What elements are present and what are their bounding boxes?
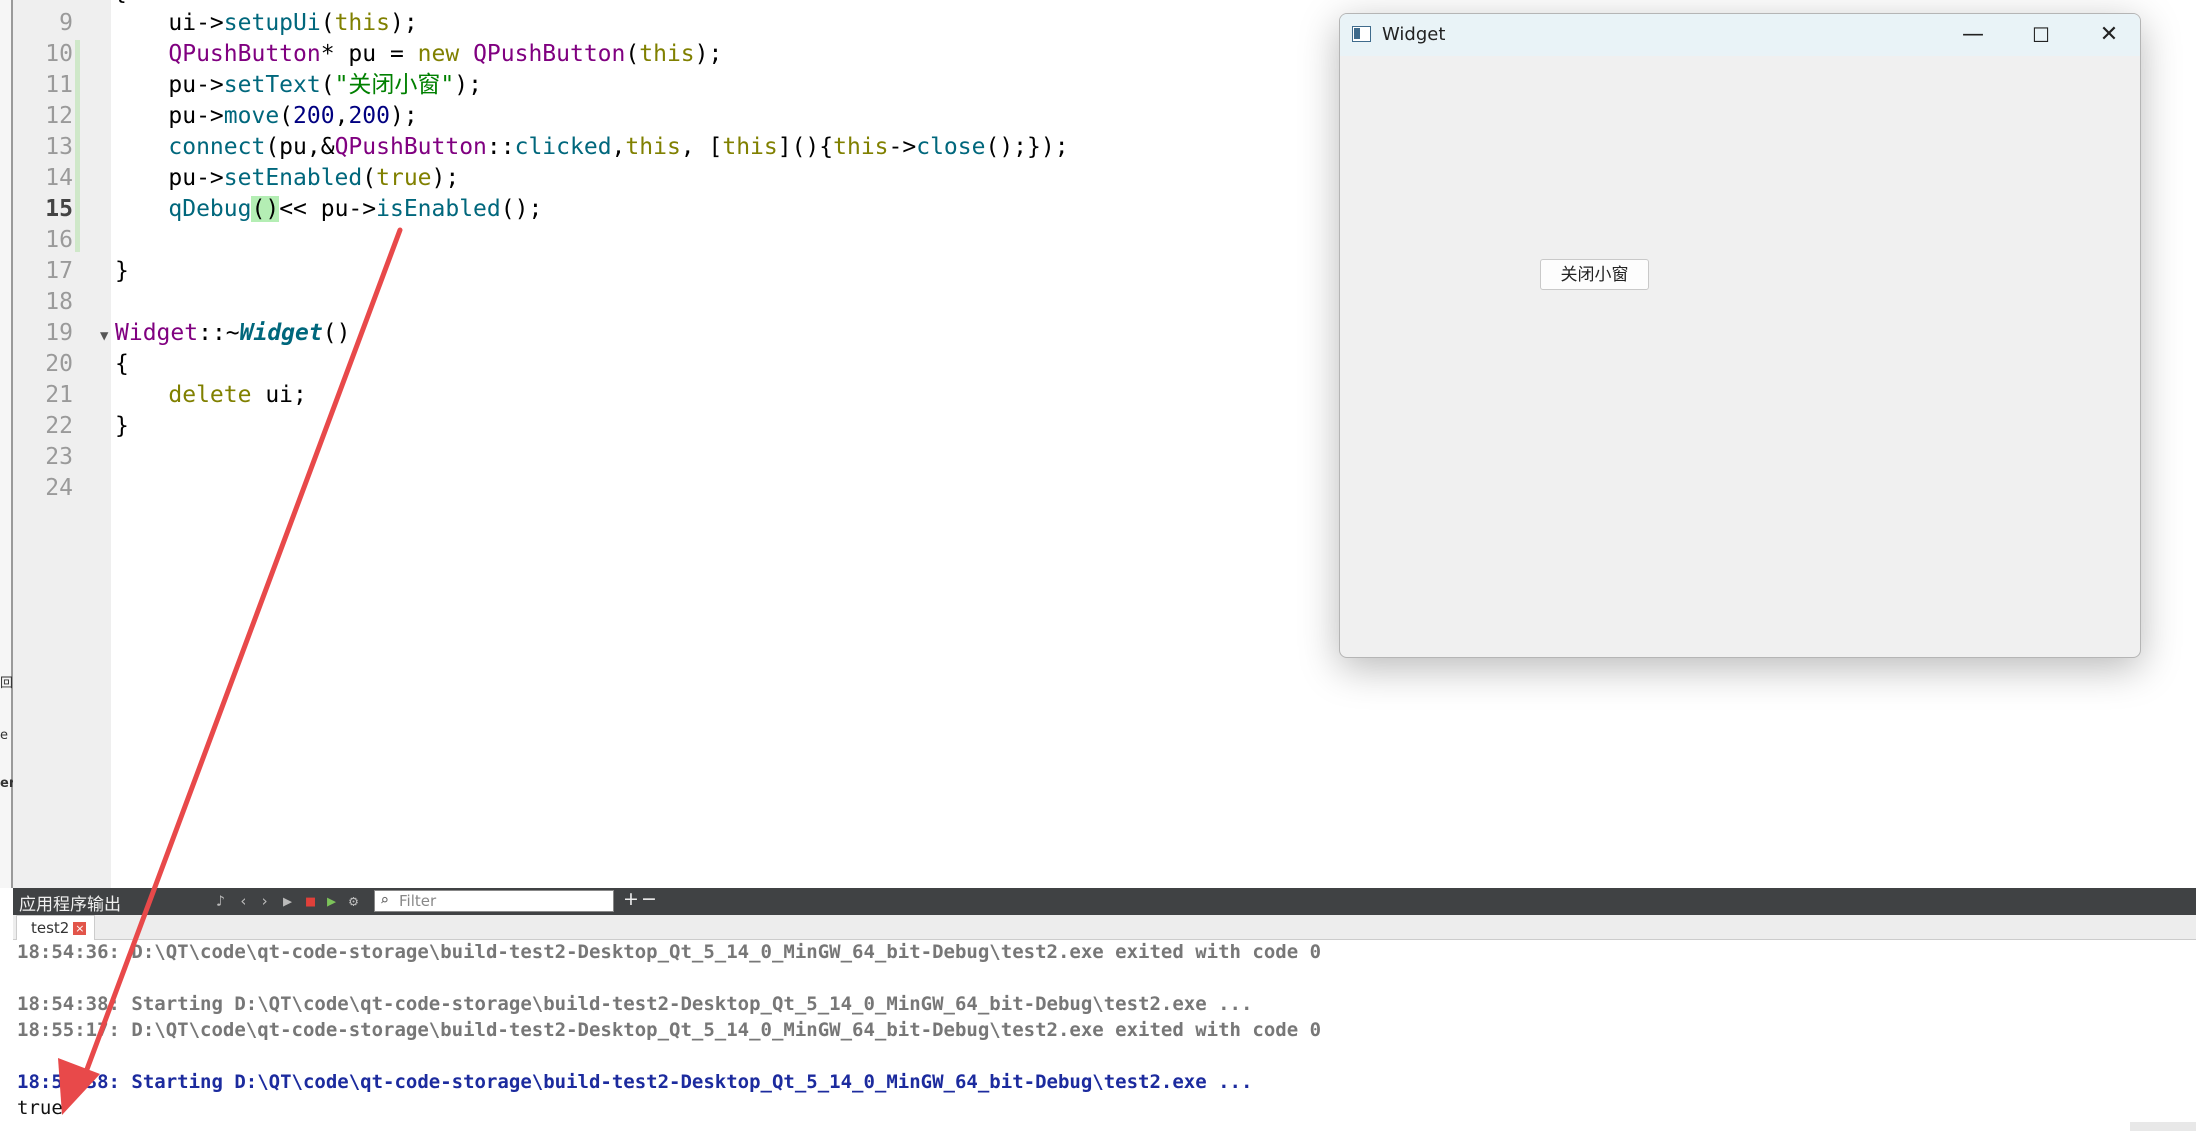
- window-title: Widget: [1382, 24, 1446, 45]
- code-line-13: connect(pu,&QPushButton::clicked,this, […: [168, 134, 1069, 160]
- search-icon: ⌕: [380, 891, 390, 909]
- minimize-icon[interactable]: —: [1940, 14, 2006, 56]
- output-line: 18:54:38: Starting D:\QT\code\qt-code-st…: [17, 993, 1253, 1015]
- scrollbar-corner: [2130, 1122, 2196, 1131]
- side-stub-1: 回: [0, 676, 14, 691]
- code-line-9: ui->setupUi(this);: [113, 10, 418, 36]
- filter-placeholder: Filter: [399, 892, 437, 910]
- line-number: 23: [45, 444, 73, 470]
- gear-icon[interactable]: ⚙: [349, 892, 358, 910]
- output-toolbar: 应用程序输出 ♪ ‹ › ▶ ■ ▶ ⚙ ⌕ Filter + −: [13, 888, 2196, 915]
- zoom-in-button[interactable]: +: [623, 888, 639, 910]
- zoom-out-button[interactable]: −: [641, 888, 657, 910]
- line-number: 17: [45, 258, 73, 284]
- code-line-14: pu->setEnabled(true);: [113, 165, 460, 191]
- stop-icon[interactable]: ■: [306, 892, 315, 910]
- fold-arrow-icon[interactable]: ▼: [100, 328, 108, 344]
- run-icon[interactable]: ▶: [283, 892, 292, 910]
- filter-input[interactable]: ⌕ Filter: [374, 890, 614, 912]
- line-number: 14: [45, 165, 73, 191]
- code-line-20: {: [115, 351, 129, 377]
- app-window-icon: [1352, 26, 1371, 42]
- output-pane-title: 应用程序输出: [19, 895, 121, 915]
- line-number: 21: [45, 382, 73, 408]
- line-number: 24: [45, 475, 73, 501]
- output-line-result: true: [17, 1097, 63, 1119]
- close-tab-icon[interactable]: ×: [73, 922, 87, 935]
- code-line-19: Widget::~Widget(): [115, 320, 351, 346]
- code-line-11: pu->setText("关闭小窗");: [113, 72, 482, 98]
- line-number: 13: [45, 134, 73, 160]
- line-number: 19: [45, 320, 73, 346]
- close-icon[interactable]: ✕: [2076, 14, 2140, 56]
- line-number: 20: [45, 351, 73, 377]
- output-line: 18:55:17: D:\QT\code\qt-code-storage\bui…: [17, 1019, 1322, 1041]
- code-line-17: }: [115, 258, 129, 284]
- debug-run-icon[interactable]: ▶: [327, 892, 336, 910]
- line-number: 9: [59, 10, 73, 36]
- output-text[interactable]: 18:54:36: D:\QT\code\qt-code-storage\bui…: [13, 940, 2196, 1131]
- line-number: 12: [45, 103, 73, 129]
- attach-icon[interactable]: ♪: [216, 892, 225, 910]
- line-number: 18: [45, 289, 73, 315]
- line-number: 10: [45, 41, 73, 67]
- tab-test2[interactable]: test2 ×: [16, 915, 96, 940]
- code-line-10: QPushButton* pu = new QPushButton(this);: [168, 41, 723, 67]
- output-line: 18:54:36: D:\QT\code\qt-code-storage\bui…: [17, 941, 1322, 963]
- next-icon[interactable]: ›: [260, 892, 269, 910]
- line-number: 11: [45, 72, 73, 98]
- line-number: 16: [45, 227, 73, 253]
- changed-lines-marker: [75, 40, 80, 252]
- code-line-15: qDebug()<< pu->isEnabled();: [168, 196, 543, 222]
- close-window-button[interactable]: 关闭小窗: [1540, 259, 1649, 290]
- widget-window[interactable]: Widget — ☐ ✕ 关闭小窗: [1339, 13, 2141, 658]
- output-tabs: test2 ×: [13, 915, 2196, 940]
- line-number-gutter: 9 10 11 12 13 14 15 16 17 18 19 20 21 22…: [13, 0, 111, 888]
- line-number: 22: [45, 413, 73, 439]
- code-line-21: delete ui;: [168, 382, 307, 408]
- tab-label: test2: [31, 919, 70, 937]
- maximize-icon[interactable]: ☐: [2008, 14, 2074, 56]
- previous-icon[interactable]: ‹: [239, 892, 248, 910]
- output-line-active: 18:55:38: Starting D:\QT\code\qt-code-st…: [17, 1071, 1253, 1093]
- side-stub-2: e: [0, 728, 8, 743]
- window-titlebar[interactable]: Widget — ☐ ✕: [1340, 14, 2140, 56]
- side-panel-strip: 回 e er: [0, 0, 15, 888]
- code-line-8: {: [113, 0, 127, 8]
- line-number-current: 15: [45, 196, 73, 222]
- code-line-12: pu->move(200,200);: [113, 103, 418, 129]
- code-line-22: }: [115, 413, 129, 439]
